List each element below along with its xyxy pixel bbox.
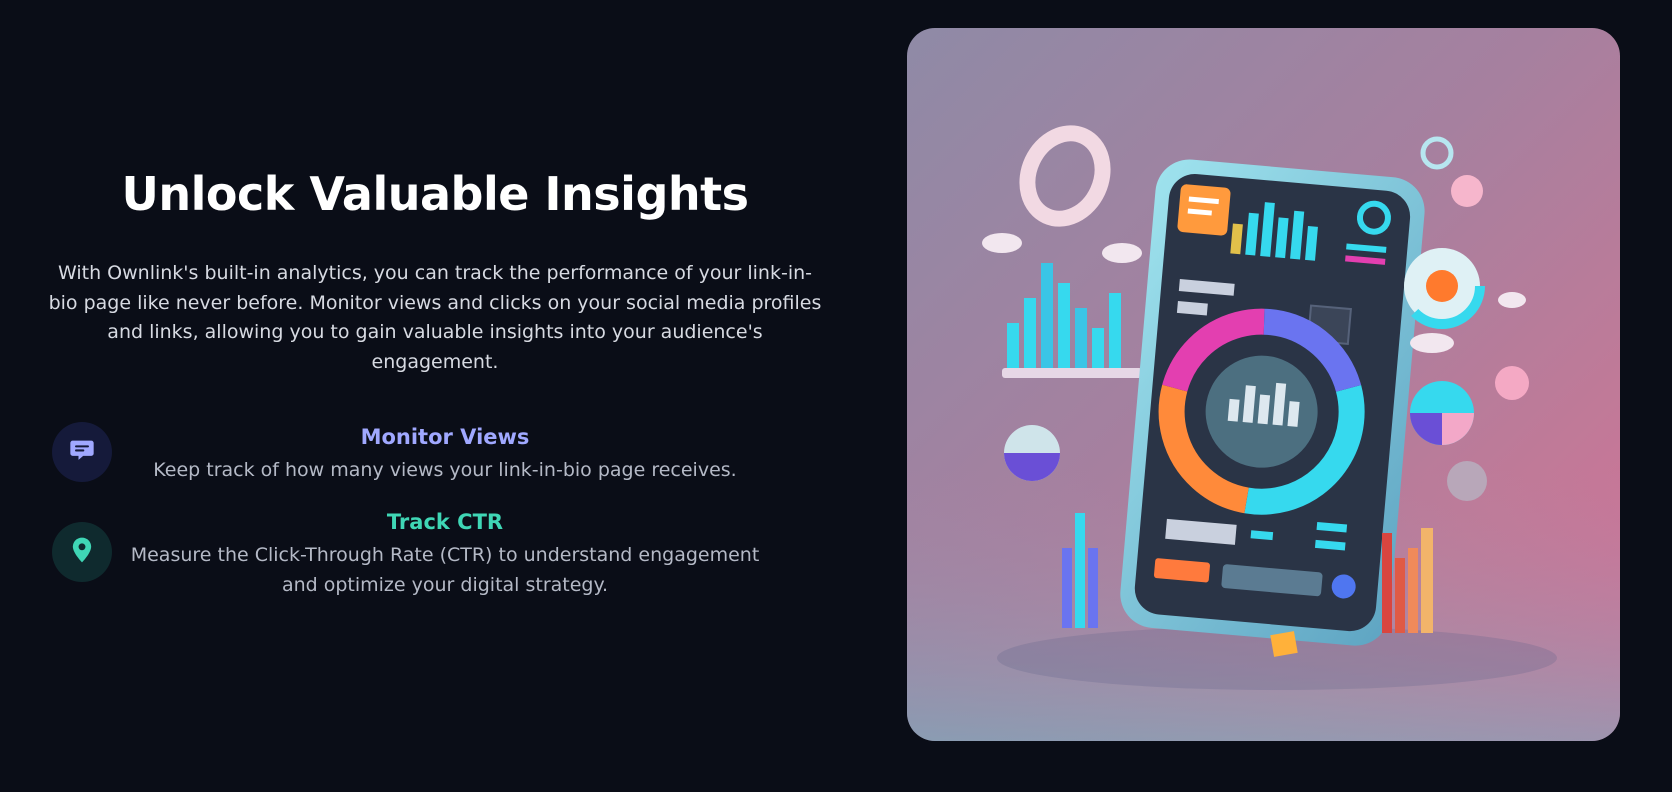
floating-ring <box>1019 125 1111 227</box>
small-cube <box>1270 631 1298 657</box>
monitor-views-icon-badge <box>52 422 112 482</box>
phone-dashboard-illustration <box>907 125 1620 741</box>
track-ctr-icon-badge <box>52 522 112 582</box>
section-intro: With Ownlink's built-in analytics, you c… <box>48 262 822 373</box>
floating-pie-small <box>1447 461 1487 501</box>
feature-title-track-ctr: Track CTR <box>386 510 504 534</box>
chat-message-icon <box>68 436 96 468</box>
section-title: Unlock Valuable Insights <box>121 167 750 221</box>
cloud <box>1410 333 1454 353</box>
analytics-illustration <box>907 28 1620 741</box>
floating-disc <box>1399 243 1485 329</box>
feature-description-monitor-views: Keep track of how many views your link-i… <box>153 459 737 481</box>
phone-device <box>1120 159 1425 646</box>
feature-description-track-ctr: Measure the Click-Through Rate (CTR) to … <box>130 544 760 596</box>
cloud <box>982 233 1022 253</box>
floating-pie-left <box>1004 425 1060 481</box>
cloud <box>1102 243 1142 263</box>
floating-bar-chart <box>1002 263 1142 378</box>
small-ring <box>1420 136 1454 170</box>
pink-sphere-right <box>1495 366 1529 400</box>
pink-sphere <box>1451 175 1483 207</box>
cloud <box>1498 292 1526 308</box>
floating-pie-right <box>1410 381 1474 445</box>
analytics-section: Unlock Valuable Insights With Ownlink's … <box>0 0 1672 792</box>
text-column: Unlock Valuable Insights With Ownlink's … <box>40 0 830 792</box>
feature-title-monitor-views: Monitor Views <box>360 425 530 449</box>
map-pin-icon <box>69 536 95 568</box>
